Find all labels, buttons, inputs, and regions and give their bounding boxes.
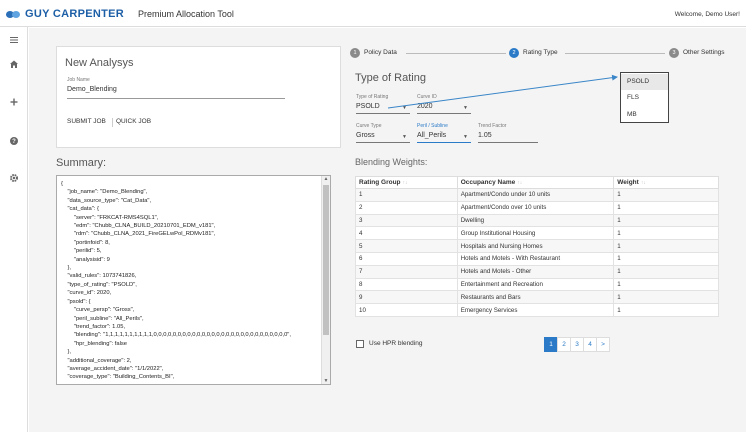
option-fls[interactable]: FLS bbox=[621, 90, 668, 106]
scroll-thumb[interactable] bbox=[323, 185, 329, 335]
summary-json: { "job_name": "Demo_Blending", "data_sou… bbox=[61, 181, 291, 381]
curve-id-underline bbox=[417, 113, 471, 114]
plus-icon[interactable] bbox=[9, 97, 19, 107]
job-name-input[interactable]: Demo_Blending bbox=[67, 86, 117, 93]
top-bar: GUY CARPENTER Premium Allocation Tool We… bbox=[0, 0, 746, 27]
curve-id-select[interactable]: 2020 bbox=[417, 103, 433, 110]
table-row: 5 Hospitals and Nursing Homes 1 bbox=[355, 239, 719, 253]
home-icon[interactable] bbox=[9, 59, 19, 69]
curve-type-chevron-down-icon[interactable]: ▼ bbox=[402, 134, 407, 140]
quick-job-button[interactable]: QUICK JOB bbox=[116, 118, 151, 125]
table-header-row: Rating Group ↑↓ Occupancy Name ↑↓ Weight ↑↓ bbox=[355, 176, 719, 189]
col-weight[interactable]: Weight ↑↓ bbox=[613, 176, 719, 189]
table-row: 8 Entertainment and Recreation 1 bbox=[355, 277, 719, 292]
summary-scrollbar[interactable]: ▲ ▼ bbox=[321, 176, 330, 384]
page-3-button[interactable]: 3 bbox=[570, 337, 584, 352]
trend-factor-input[interactable]: 1.05 bbox=[478, 132, 492, 139]
scroll-up-icon[interactable]: ▲ bbox=[323, 176, 329, 182]
logo-text: GUY CARPENTER bbox=[25, 8, 125, 20]
blending-title: Blending Weights: bbox=[355, 157, 428, 167]
peril-label: Peril / Subline bbox=[417, 123, 448, 129]
new-analysis-title: New Analysys bbox=[65, 57, 134, 69]
sort-icon[interactable]: ↑↓ bbox=[403, 180, 408, 186]
help-icon[interactable]: ? bbox=[9, 136, 19, 146]
rating-type-underline bbox=[356, 113, 410, 114]
step-3-label[interactable]: Other Settings bbox=[683, 49, 725, 56]
step-2-circle[interactable]: 2 bbox=[509, 48, 519, 58]
trend-factor-underline bbox=[478, 142, 538, 143]
menu-icon[interactable] bbox=[9, 35, 19, 45]
job-name-label: Job Name bbox=[67, 77, 90, 83]
table-row: 4 Group Institutional Housing 1 bbox=[355, 226, 719, 241]
button-separator bbox=[112, 118, 113, 127]
col-occupancy-name[interactable]: Occupancy Name ↑↓ bbox=[456, 176, 615, 189]
trend-factor-label: Trend Factor bbox=[478, 123, 507, 129]
summary-textarea[interactable]: { "job_name": "Demo_Blending", "data_sou… bbox=[56, 175, 331, 385]
summary-title: Summary: bbox=[56, 157, 107, 169]
table-row: 9 Restaurants and Bars 1 bbox=[355, 290, 719, 305]
blending-table: Rating Group ↑↓ Occupancy Name ↑↓ Weight ↑↓… bbox=[355, 176, 719, 317]
step-connector-2 bbox=[565, 53, 665, 54]
step-1-label[interactable]: Policy Data bbox=[364, 49, 397, 56]
sidebar: ? bbox=[0, 27, 28, 432]
peril-chevron-down-icon[interactable]: ▼ bbox=[463, 134, 468, 140]
rating-type-select[interactable]: PSOLD bbox=[356, 103, 380, 110]
table-row: 1 Apartment/Condo under 10 units 1 bbox=[355, 188, 719, 202]
table-row: 7 Hotels and Motels - Other 1 bbox=[355, 264, 719, 279]
pagination: 1 2 3 4 > bbox=[544, 337, 610, 352]
rating-title: Type of Rating bbox=[355, 72, 426, 84]
page-4-button[interactable]: 4 bbox=[583, 337, 597, 352]
job-name-underline bbox=[67, 98, 285, 99]
step-2-label[interactable]: Rating Type bbox=[523, 49, 558, 56]
step-connector-1 bbox=[406, 53, 506, 54]
curve-id-label: Curve ID bbox=[417, 94, 437, 100]
logo-mark-icon bbox=[6, 10, 21, 19]
logo[interactable]: GUY CARPENTER bbox=[6, 8, 124, 20]
col-rating-group[interactable]: Rating Group ↑↓ bbox=[355, 176, 458, 189]
option-mb[interactable]: MB bbox=[621, 107, 668, 123]
submit-job-button[interactable]: SUBMIT JOB bbox=[67, 118, 106, 125]
page-next-button[interactable]: > bbox=[596, 337, 610, 352]
option-psold[interactable]: PSOLD bbox=[621, 74, 668, 90]
curve-type-underline bbox=[356, 142, 410, 143]
new-analysis-card: New Analysys Job Name Demo_Blending SUBM… bbox=[56, 46, 341, 148]
curve-id-chevron-down-icon[interactable]: ▼ bbox=[463, 105, 468, 111]
table-row: 3 Dwelling 1 bbox=[355, 213, 719, 228]
table-row: 10 Emergency Services 1 bbox=[355, 303, 719, 317]
rating-type-label: Type of Rating bbox=[356, 94, 389, 100]
table-row: 6 Hotels and Motels - With Restaurant 1 bbox=[355, 251, 719, 266]
rating-type-options-popup: PSOLD FLS MB bbox=[620, 72, 669, 123]
gear-icon[interactable] bbox=[9, 173, 19, 183]
sort-icon[interactable]: ↑↓ bbox=[517, 180, 522, 186]
hpr-blending-checkbox[interactable] bbox=[356, 340, 364, 348]
sort-icon[interactable]: ↑↓ bbox=[641, 180, 646, 186]
svg-text:?: ? bbox=[12, 139, 16, 145]
curve-type-label: Curve Type bbox=[356, 123, 382, 129]
table-row: 2 Apartment/Condo over 10 units 1 bbox=[355, 200, 719, 215]
app-title: Premium Allocation Tool bbox=[138, 9, 234, 19]
page-2-button[interactable]: 2 bbox=[557, 337, 571, 352]
scroll-down-icon[interactable]: ▼ bbox=[323, 378, 329, 384]
welcome-message[interactable]: Welcome, Demo User! bbox=[675, 11, 740, 18]
step-1-circle[interactable]: 1 bbox=[350, 48, 360, 58]
step-3-circle[interactable]: 3 bbox=[669, 48, 679, 58]
stepper: 1 Policy Data 2 Rating Type 3 Other Sett… bbox=[350, 46, 730, 60]
hpr-blending-label[interactable]: Use HPR blending bbox=[369, 340, 422, 347]
page-1-button[interactable]: 1 bbox=[544, 337, 558, 352]
curve-type-select[interactable]: Gross bbox=[356, 132, 375, 139]
peril-select[interactable]: All_Perils bbox=[417, 132, 446, 139]
rating-type-chevron-down-icon[interactable]: ▼ bbox=[402, 105, 407, 111]
peril-underline bbox=[417, 142, 471, 143]
